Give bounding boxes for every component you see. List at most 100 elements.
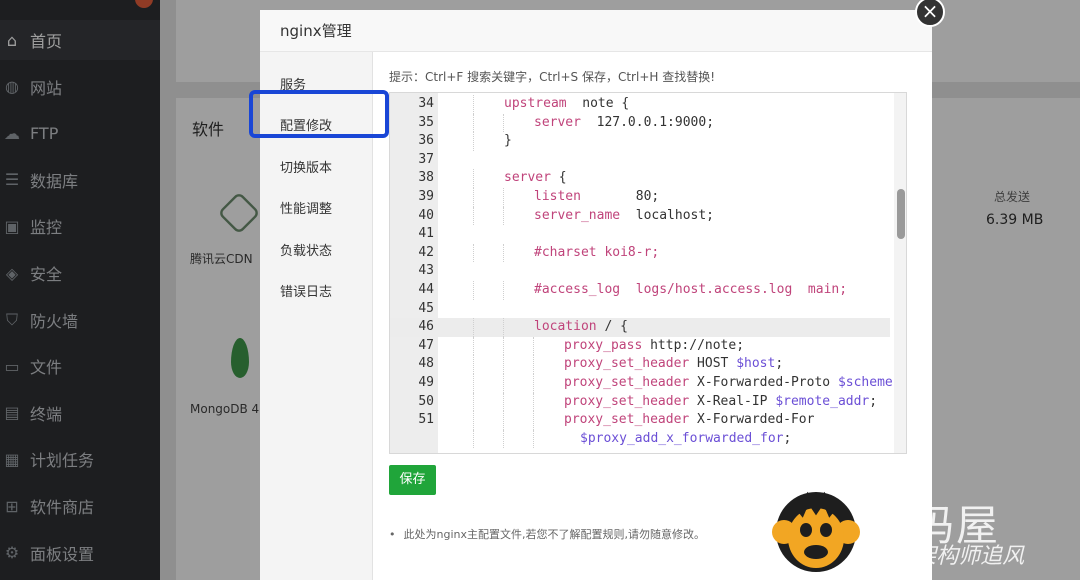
watermark-subtitle: java架构师追风 — [868, 544, 1025, 569]
shortcut-hint: 提示：Ctrl+F 搜索关键字，Ctrl+S 保存，Ctrl+H 查找替换! — [389, 70, 716, 84]
code-line[interactable]: 43 — [390, 262, 890, 281]
line-number: 48 — [418, 356, 434, 372]
code-line[interactable]: 35 server 127.0.0.1:9000; — [390, 113, 890, 133]
line-number: 44 — [418, 282, 434, 297]
indent-guide — [503, 429, 504, 449]
code-token: 80; — [580, 189, 660, 204]
code-token: $host — [736, 356, 776, 372]
code-text: proxy_set_header X-Real-IP $remote_addr; — [564, 393, 877, 412]
line-number: 51 — [418, 412, 434, 428]
code-text: } — [504, 132, 512, 151]
indent-guide — [533, 374, 534, 393]
code-token: X-Forwarded-For — [689, 412, 815, 428]
code-token: $scheme — [837, 375, 893, 390]
menu-highlight-box — [249, 90, 389, 138]
indent-guide — [473, 281, 474, 300]
code-token: proxy_set_header — [564, 393, 690, 409]
line-number: 49 — [418, 375, 434, 390]
code-line[interactable]: 51 proxy_set_header X-Forwarded-For — [390, 411, 890, 430]
code-token: ; — [775, 356, 784, 372]
indent-guide — [473, 113, 474, 133]
indent-guide — [503, 355, 504, 374]
indent-guide — [503, 243, 504, 263]
code-text: #charset koi8-r; — [534, 244, 659, 263]
line-number: 43 — [418, 263, 434, 279]
indent-guide — [473, 336, 474, 356]
editor-scrollbar-track[interactable] — [894, 93, 906, 453]
code-token: server_name — [534, 207, 621, 223]
line-number: 35 — [418, 114, 434, 130]
code-token: proxy_pass — [564, 337, 643, 353]
indent-guide — [473, 318, 474, 337]
code-line[interactable]: 34 upstream note { — [390, 95, 890, 114]
line-number: 41 — [418, 226, 434, 242]
code-token: } — [504, 133, 512, 149]
indent-guide — [473, 206, 474, 226]
code-line[interactable]: 48 proxy_set_header HOST $host; — [390, 355, 890, 374]
code-token: server — [534, 114, 581, 130]
config-editor[interactable]: 34 upstream note {35 server 127.0.0.1:9000… — [389, 92, 907, 454]
menu-item-3[interactable]: 性能调整 — [280, 198, 332, 217]
code-text: listen 80; — [534, 188, 659, 207]
code-line[interactable]: 45 — [390, 300, 890, 319]
indent-guide — [473, 95, 474, 114]
indent-guide — [533, 411, 534, 430]
code-token: { — [550, 170, 567, 186]
code-token: $proxy_add_x_forwarded_for — [580, 430, 784, 446]
code-text: server_name localhost; — [534, 207, 714, 226]
code-text: server 127.0.0.1:9000; — [534, 114, 714, 133]
code-token: proxy_set_header — [564, 356, 690, 372]
code-token: HOST — [689, 356, 737, 372]
code-line[interactable]: 50 proxy_set_header X-Real-IP $remote_add… — [390, 392, 890, 412]
indent-guide — [473, 188, 474, 207]
code-token: ; — [869, 393, 878, 409]
indent-guide — [533, 392, 534, 412]
code-line[interactable]: 41 — [390, 225, 890, 244]
code-text: proxy_set_header X-Forwarded-For — [564, 411, 814, 430]
indent-guide — [473, 355, 474, 374]
indent-guide — [533, 336, 534, 356]
save-button[interactable]: 保存 — [389, 465, 436, 495]
code-line[interactable]: 46 location / { — [390, 318, 890, 337]
line-number: 42 — [418, 244, 434, 260]
line-number: 38 — [418, 170, 434, 186]
indent-guide — [503, 281, 504, 300]
editor-scrollbar-thumb[interactable] — [897, 189, 905, 239]
code-token: note { — [566, 96, 630, 111]
code-text: proxy_set_header X-Forwarded-Proto $sche… — [564, 374, 901, 393]
code-line[interactable]: 40 server_name localhost; — [390, 206, 890, 226]
modal-title: nginx管理 — [260, 10, 932, 52]
code-line[interactable]: $proxy_add_x_forwarded_for; — [390, 429, 890, 449]
line-number: 39 — [418, 189, 434, 204]
indent-guide — [533, 355, 534, 374]
code-text: location / { — [534, 318, 628, 337]
indent-guide — [473, 243, 474, 263]
code-token: listen — [534, 189, 581, 204]
code-line[interactable]: 49 proxy_set_header X-Forwarded-Proto $sc… — [390, 374, 901, 393]
code-token: http://note; — [642, 337, 745, 353]
menu-item-2[interactable]: 切换版本 — [280, 157, 332, 176]
code-text: #access_log logs/host.access.log main; — [534, 281, 847, 300]
menu-item-5[interactable]: 错误日志 — [280, 281, 332, 300]
indent-guide — [503, 318, 504, 337]
indent-guide — [473, 169, 474, 188]
line-number: 40 — [418, 207, 434, 223]
line-number: 47 — [418, 337, 434, 353]
code-token: #access_log logs/host.access.log main; — [534, 282, 848, 297]
code-line[interactable]: 42 #charset koi8-r; — [390, 243, 890, 263]
code-line[interactable]: 44 #access_log logs/host.access.log main; — [390, 281, 890, 300]
code-line[interactable]: 39 listen 80; — [390, 188, 890, 207]
code-line[interactable]: 37 — [390, 151, 890, 170]
line-number: 37 — [418, 151, 434, 167]
indent-guide — [473, 429, 474, 449]
indent-guide — [503, 374, 504, 393]
menu-item-4[interactable]: 负载状态 — [280, 240, 332, 259]
code-line[interactable]: 36} — [390, 132, 890, 151]
code-text: $proxy_add_x_forwarded_for; — [580, 430, 791, 449]
code-line[interactable]: 38 server { — [390, 169, 890, 188]
indent-guide — [503, 411, 504, 430]
indent-guide — [503, 206, 504, 226]
code-token: $remote_addr — [775, 393, 870, 409]
code-token: localhost; — [620, 207, 715, 223]
code-line[interactable]: 47 proxy_pass http://note; — [390, 336, 890, 356]
